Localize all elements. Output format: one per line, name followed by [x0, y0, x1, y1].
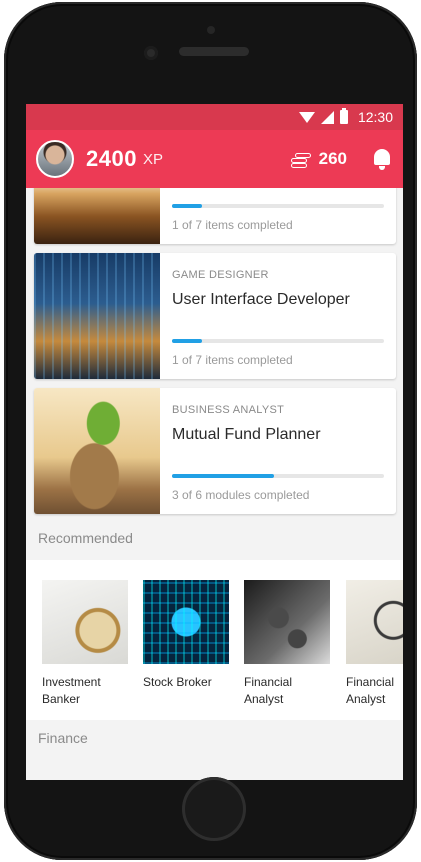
course-progress-text: 1 of 7 items completed [172, 353, 293, 367]
front-camera [144, 46, 158, 60]
wifi-icon [298, 111, 315, 123]
app-header: 2400 XP 260 [26, 130, 403, 188]
coins-value: 260 [318, 149, 347, 168]
course-thumbnail [34, 388, 160, 514]
xp-unit: XP [142, 150, 163, 168]
course-progress-bar [172, 204, 384, 208]
recommended-carousel[interactable]: Investment Banker Stock Broker Financial [26, 560, 403, 720]
finance-section-title: Finance [38, 730, 88, 746]
recommended-thumbnail [244, 580, 330, 664]
course-progress-bar [172, 339, 384, 343]
recommended-item[interactable]: Financial Analyst [346, 580, 403, 708]
signal-icon [320, 110, 334, 124]
recommended-label: Investment Banker [42, 675, 101, 706]
course-title: User Interface Developer [172, 291, 350, 308]
recommended-section-title: Recommended [38, 530, 133, 546]
recommended-label: Stock Broker [143, 675, 212, 689]
course-card[interactable]: 1 of 7 items completed [34, 188, 396, 244]
course-category: GAME DESIGNER [172, 269, 269, 281]
course-card[interactable]: BUSINESS ANALYST Mutual Fund Planner 3 o… [34, 388, 396, 514]
earpiece-speaker [179, 47, 249, 56]
avatar[interactable] [36, 140, 74, 178]
recommended-item[interactable]: Investment Banker [42, 580, 128, 708]
status-time: 12:30 [357, 109, 393, 125]
scroll-content[interactable]: 1 of 7 items completed GAME DESIGNER Use… [26, 188, 403, 780]
phone-frame: 12:30 2400 XP 260 1 of 7 items completed [4, 2, 417, 860]
course-thumbnail [34, 188, 160, 244]
home-button[interactable] [182, 777, 246, 841]
course-progress-text: 3 of 6 modules completed [172, 488, 310, 502]
course-title: Mutual Fund Planner [172, 426, 321, 443]
course-category: BUSINESS ANALYST [172, 404, 285, 416]
recommended-thumbnail [42, 580, 128, 664]
battery-icon [339, 108, 348, 124]
recommended-item[interactable]: Stock Broker [143, 580, 229, 691]
course-thumbnail [34, 253, 160, 379]
finance-section: Finance [26, 720, 403, 760]
course-progress-text: 1 of 7 items completed [172, 218, 293, 232]
recommended-thumbnail [346, 580, 403, 664]
course-card[interactable]: GAME DESIGNER User Interface Developer 1… [34, 253, 396, 379]
notification-bell-icon[interactable] [371, 147, 393, 171]
app-screen: 12:30 2400 XP 260 1 of 7 items completed [26, 104, 403, 780]
status-bar: 12:30 [26, 104, 403, 130]
recommended-label: Financial Analyst [244, 675, 293, 706]
recommended-label: Financial Analyst [346, 675, 395, 706]
coins-icon [290, 149, 313, 169]
recommended-thumbnail [143, 580, 229, 664]
recommended-item[interactable]: Financial Analyst [244, 580, 330, 708]
xp-value: 2400 [86, 146, 137, 171]
proximity-sensor [207, 26, 215, 34]
course-progress-bar [172, 474, 384, 478]
